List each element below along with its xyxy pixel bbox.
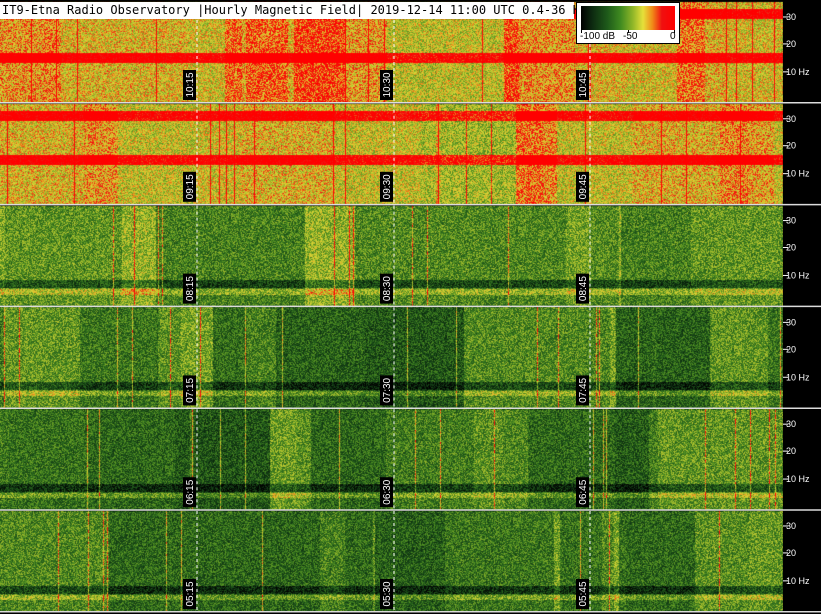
frequency-tick-label: 20 bbox=[786, 141, 796, 151]
time-label: 07:30 bbox=[382, 377, 393, 402]
frequency-tick-label: 30 bbox=[786, 216, 796, 226]
frequency-tick-label: 20 bbox=[786, 446, 796, 456]
time-label: 07:15 bbox=[185, 377, 196, 402]
frequency-tick-label: 10 Hz bbox=[786, 270, 810, 280]
time-label: 05:45 bbox=[578, 581, 589, 606]
colorbar-label-max: 0 bbox=[670, 31, 676, 42]
time-label: 07:45 bbox=[578, 377, 589, 402]
frequency-tick-label: 10 Hz bbox=[786, 67, 810, 77]
frequency-tick-label: 30 bbox=[786, 521, 796, 531]
time-label: 06:15 bbox=[185, 479, 196, 504]
chart-title: IT9-Etna Radio Observatory |Hourly Magne… bbox=[0, 2, 588, 19]
time-label: 06:30 bbox=[382, 479, 393, 504]
frequency-tick-label: 30 bbox=[786, 317, 796, 327]
time-label: 05:30 bbox=[382, 581, 393, 606]
time-label: 06:45 bbox=[578, 479, 589, 504]
time-label: 08:45 bbox=[578, 276, 589, 301]
time-label: 09:45 bbox=[578, 174, 589, 199]
frequency-tick-label: 10 Hz bbox=[786, 474, 810, 484]
time-label: 09:15 bbox=[185, 174, 196, 199]
time-label: 09:30 bbox=[382, 174, 393, 199]
frequency-tick-label: 30 bbox=[786, 12, 796, 22]
time-label: 08:15 bbox=[185, 276, 196, 301]
frequency-tick-label: 30 bbox=[786, 419, 796, 429]
time-label: 10:45 bbox=[578, 72, 589, 97]
frequency-tick-label: 20 bbox=[786, 344, 796, 354]
frequency-tick-label: 20 bbox=[786, 548, 796, 558]
spectrogram-overlay: 10:15 10:30 10:45 30 20 10 Hz 09:15 09:30 09:45 3… bbox=[0, 0, 821, 614]
colorbar-legend: -100 dB -50 0 bbox=[576, 2, 680, 44]
frequency-tick-label: 10 Hz bbox=[786, 576, 810, 586]
colorbar-gradient bbox=[581, 6, 675, 30]
frequency-tick-label: 10 Hz bbox=[786, 372, 810, 382]
frequency-tick-label: 20 bbox=[786, 243, 796, 253]
time-label: 05:15 bbox=[185, 581, 196, 606]
colorbar-label-min: -100 dB bbox=[580, 31, 616, 42]
frequency-tick-label: 20 bbox=[786, 39, 796, 49]
time-label: 08:30 bbox=[382, 276, 393, 301]
time-label: 10:15 bbox=[185, 72, 196, 97]
frequency-tick-label: 10 Hz bbox=[786, 169, 810, 179]
time-label: 10:30 bbox=[382, 72, 393, 97]
colorbar-label-mid: -50 bbox=[623, 31, 638, 42]
frequency-tick-label: 30 bbox=[786, 114, 796, 124]
